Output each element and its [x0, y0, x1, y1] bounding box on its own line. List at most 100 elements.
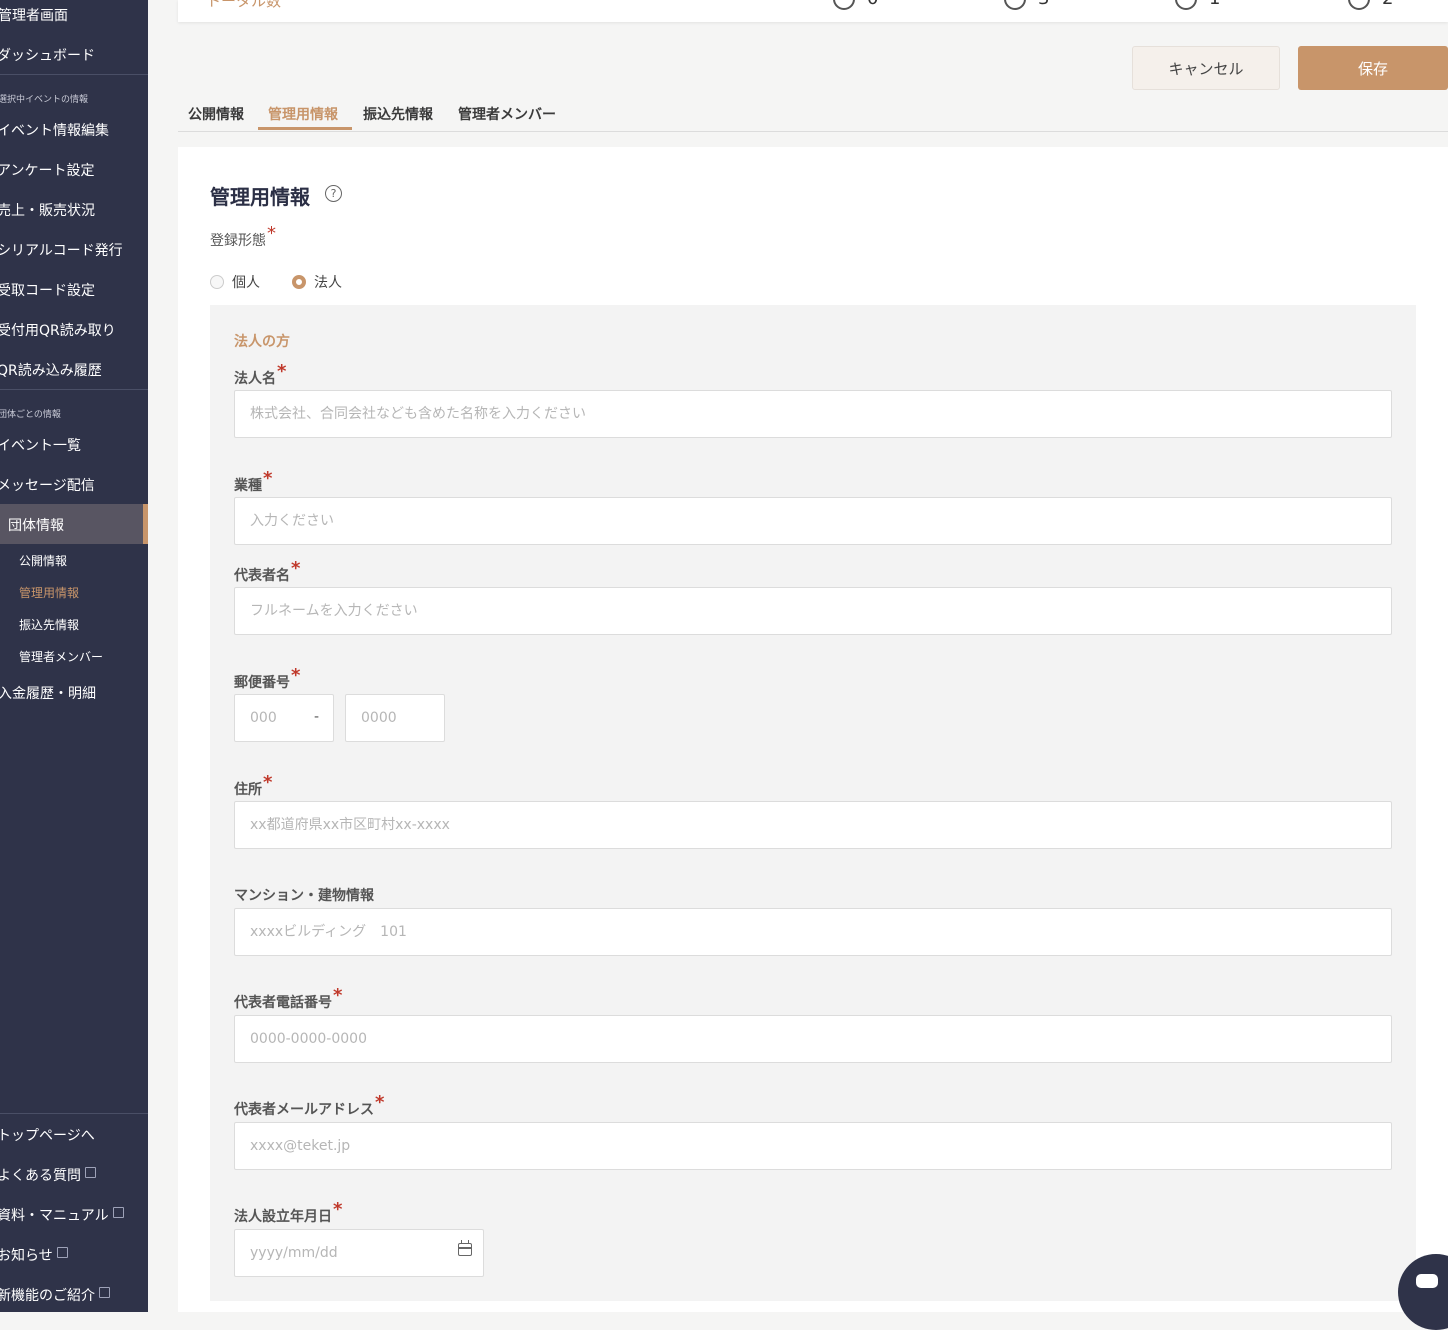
- sidebar-item-faq[interactable]: よくある質問: [0, 1165, 145, 1185]
- stat-value: 1: [1209, 0, 1220, 9]
- section-title: 法人の方: [234, 334, 290, 350]
- email-label: 代表者メールアドレス*: [234, 1092, 384, 1119]
- tab-public-info[interactable]: 公開情報: [188, 104, 244, 124]
- address-label: 住所*: [234, 772, 272, 799]
- stat-likes: 0: [833, 0, 878, 10]
- sidebar-sub-admin-info[interactable]: 管理用情報: [19, 584, 79, 601]
- label-text: マンション・建物情報: [234, 888, 374, 904]
- tab-admin-info[interactable]: 管理用情報: [268, 104, 338, 124]
- rep-name-input[interactable]: [234, 587, 1392, 635]
- stat-comments: 1: [1175, 0, 1220, 10]
- sidebar-item-messages[interactable]: メッセージ配信: [0, 475, 145, 495]
- sidebar-item-label: お知らせ: [0, 1248, 53, 1264]
- sidebar-item-label: メッセージ配信: [0, 478, 95, 494]
- active-tab-indicator: [258, 127, 352, 130]
- required-mark: *: [375, 1092, 385, 1113]
- sidebar-item-event-list[interactable]: イベント一覧: [0, 435, 145, 455]
- sidebar-item-receive-code[interactable]: 受取コード設定: [0, 280, 145, 300]
- required-mark: *: [267, 223, 276, 244]
- required-mark: *: [263, 468, 273, 489]
- sidebar-item-survey[interactable]: アンケート設定: [0, 160, 145, 180]
- required-mark: *: [333, 985, 343, 1006]
- sidebar-item-label: 新機能のご紹介: [0, 1288, 95, 1304]
- label-text: 業種: [234, 478, 262, 494]
- summary-bar: トータル数 0 3 1 2: [178, 0, 1448, 22]
- sidebar-item-payment-history[interactable]: 入金履歴・明細: [0, 683, 146, 703]
- sidebar-item-organization[interactable]: 団体情報: [8, 515, 148, 535]
- external-link-icon: [56, 1247, 68, 1258]
- sidebar-sub-bank-info[interactable]: 振込先情報: [19, 616, 79, 633]
- email-input[interactable]: [234, 1122, 1392, 1170]
- required-mark: *: [291, 558, 301, 579]
- chat-icon: [1175, 0, 1197, 10]
- stat-views: 3: [1004, 0, 1049, 10]
- label-text: 住所: [234, 782, 262, 798]
- user-icon: [1348, 0, 1370, 10]
- sidebar-item-new-features[interactable]: 新機能のご紹介: [0, 1285, 145, 1305]
- cancel-button[interactable]: キャンセル: [1132, 46, 1280, 90]
- form-card: 管理用情報 ? 登録形態* 個人 法人 法人の方 法人名* 業種* 代表者名* …: [178, 147, 1448, 1312]
- eye-icon: [1004, 0, 1026, 10]
- sidebar-item-sales[interactable]: 売上・販売状況: [0, 200, 145, 220]
- corp-name-input[interactable]: [234, 390, 1392, 438]
- sidebar-item-dashboard[interactable]: ダッシュボード: [0, 45, 145, 65]
- industry-input[interactable]: [234, 497, 1392, 545]
- sidebar-item-admin[interactable]: 管理者画面: [0, 5, 146, 25]
- tab-admin-members[interactable]: 管理者メンバー: [458, 104, 556, 124]
- founded-date-label: 法人設立年月日*: [234, 1199, 342, 1226]
- tab-bank-info[interactable]: 振込先情報: [363, 104, 433, 124]
- sidebar-item-label: 売上・販売状況: [0, 203, 95, 219]
- sidebar-item-label: ダッシュボード: [0, 48, 95, 64]
- required-mark: *: [277, 361, 287, 382]
- required-mark: *: [333, 1199, 343, 1220]
- calendar-icon[interactable]: [458, 1240, 472, 1256]
- sidebar-item-manual[interactable]: 資料・マニュアル: [0, 1205, 145, 1225]
- stat-value: 2: [1382, 0, 1393, 9]
- radio-label: 個人: [232, 275, 260, 291]
- sidebar-item-label: 受付用QR読み取り: [0, 323, 116, 339]
- required-mark: *: [291, 665, 301, 686]
- divider: [0, 74, 148, 75]
- sidebar-sub-admin-members[interactable]: 管理者メンバー: [19, 648, 103, 665]
- sidebar-item-label: よくある質問: [0, 1168, 81, 1184]
- page-title: 管理用情報: [210, 185, 310, 209]
- label-text: 登録形態: [210, 233, 266, 249]
- postal-label: 郵便番号*: [234, 665, 300, 692]
- save-button[interactable]: 保存: [1298, 46, 1448, 90]
- external-link-icon: [99, 1287, 110, 1298]
- building-input[interactable]: [234, 908, 1392, 956]
- sidebar-item-label: イベント一覧: [0, 438, 81, 454]
- corporation-panel: 法人の方 法人名* 業種* 代表者名* 郵便番号* - 住所* マンション・建物…: [210, 305, 1416, 1301]
- sidebar-item-label: アンケート設定: [0, 163, 95, 179]
- sidebar-item-qr-reader[interactable]: 受付用QR読み取り: [0, 320, 145, 340]
- sidebar-item-event-edit[interactable]: イベント情報編集: [0, 120, 145, 140]
- help-icon[interactable]: ?: [325, 185, 342, 202]
- registration-type-label: 登録形態*: [210, 223, 276, 250]
- section-caption: 選択中イベントの情報: [0, 95, 89, 105]
- chat-icon: [1416, 1274, 1438, 1288]
- sidebar-sub-public-info[interactable]: 公開情報: [19, 552, 67, 569]
- radio-individual[interactable]: 個人: [210, 272, 260, 292]
- sidebar-item-top-page[interactable]: トップページへ: [0, 1125, 145, 1145]
- sidebar-item-label: トップページへ: [0, 1128, 95, 1144]
- sidebar-item-news[interactable]: お知らせ: [0, 1245, 145, 1265]
- divider: [0, 1113, 148, 1114]
- radio-corporation[interactable]: 法人: [292, 272, 342, 292]
- tab-bar: 公開情報 管理用情報 振込先情報 管理者メンバー: [178, 100, 1448, 132]
- phone-label: 代表者電話番号*: [234, 985, 342, 1012]
- stat-value: 3: [1038, 0, 1049, 9]
- summary-label: トータル数: [206, 0, 282, 10]
- address-input[interactable]: [234, 801, 1392, 849]
- divider: [0, 389, 148, 390]
- founded-date-input[interactable]: [234, 1229, 484, 1277]
- external-link-icon: [112, 1207, 124, 1218]
- sidebar-item-qr-history[interactable]: QR読み込み履歴: [0, 360, 145, 380]
- sidebar-item-serial-code[interactable]: シリアルコード発行: [0, 240, 145, 260]
- radio-circle-selected: [292, 275, 306, 289]
- label-text: 代表者メールアドレス: [234, 1102, 374, 1118]
- corp-name-label: 法人名*: [234, 361, 286, 388]
- phone-input[interactable]: [234, 1015, 1392, 1063]
- ticket-icon: [833, 0, 855, 10]
- postal-code-second-input[interactable]: [345, 694, 445, 742]
- sidebar-item-label: 入金履歴・明細: [0, 686, 96, 702]
